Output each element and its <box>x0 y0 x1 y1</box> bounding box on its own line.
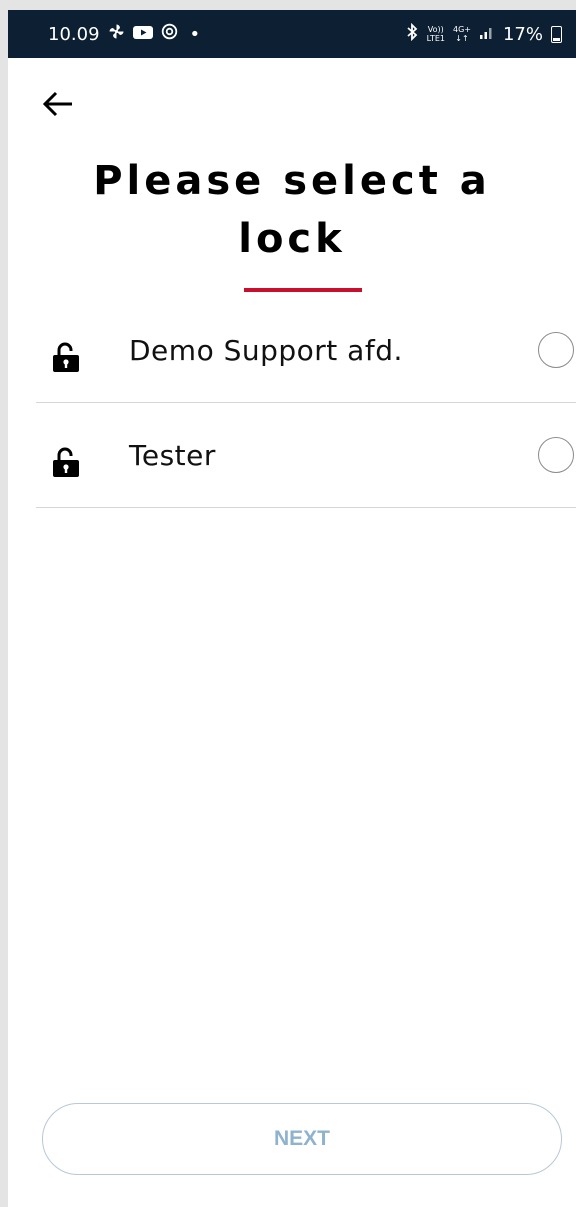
lock-item-demo-support[interactable]: Demo Support afd. <box>36 298 576 403</box>
data-activity-arrows: ↓↑ <box>455 34 469 43</box>
app-screen: 10.09 • Vo)) LTE1 4G+ ↓↑ 17% Please sele… <box>8 10 576 1207</box>
youtube-icon <box>132 24 153 45</box>
pinwheel-icon <box>108 23 125 45</box>
target-icon <box>161 23 178 45</box>
lock-radio-button[interactable] <box>538 332 574 368</box>
battery-percent: 17% <box>502 23 543 45</box>
status-bar-right: Vo)) LTE1 4G+ ↓↑ 17% <box>405 22 562 46</box>
arrow-left-icon <box>42 91 72 117</box>
bluetooth-icon <box>405 22 419 46</box>
status-dot: • <box>189 23 201 45</box>
volte-indicator: Vo)) LTE1 <box>427 25 445 43</box>
lock-name: Demo Support afd. <box>129 333 403 367</box>
lock-radio-button[interactable] <box>538 437 574 473</box>
status-bar: 10.09 • Vo)) LTE1 4G+ ↓↑ 17% <box>8 10 576 58</box>
lte-label: LTE1 <box>426 34 445 43</box>
battery-icon <box>551 25 562 43</box>
next-button[interactable]: NEXT <box>42 1103 562 1175</box>
status-bar-left: 10.09 • <box>48 23 200 45</box>
unlocked-padlock-icon <box>53 447 79 477</box>
title-underline <box>244 288 362 292</box>
signal-icon <box>479 24 495 45</box>
page-title: Please select a lock <box>93 158 491 262</box>
volte-label: Vo)) <box>427 25 444 34</box>
network-type-indicator: 4G+ ↓↑ <box>453 25 471 43</box>
unlocked-padlock-icon <box>53 342 79 372</box>
status-time: 10.09 <box>48 23 100 45</box>
lock-list: Demo Support afd. Tester <box>36 298 576 508</box>
lock-item-tester[interactable]: Tester <box>36 403 576 508</box>
network-type-label: 4G+ <box>452 25 471 34</box>
back-button[interactable] <box>36 82 80 126</box>
lock-name: Tester <box>129 438 216 472</box>
